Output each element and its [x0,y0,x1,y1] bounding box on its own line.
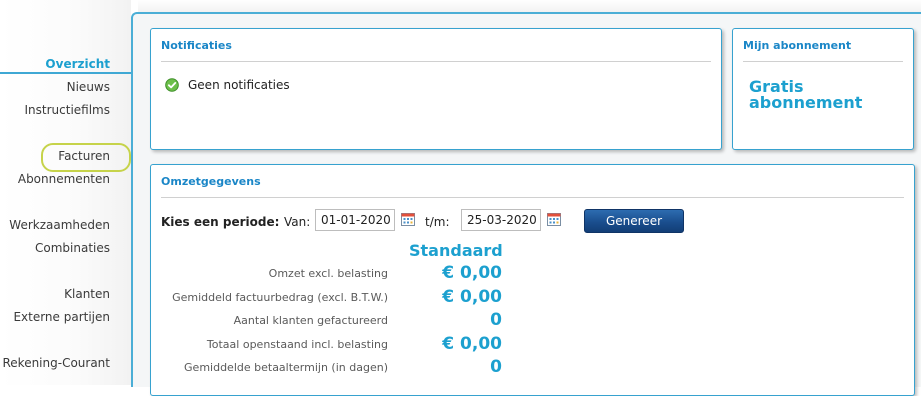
stat-value: € 0,00 [442,287,502,307]
divider [743,61,903,62]
sidebar-item-externe-partijen[interactable]: Externe partijen [13,310,110,324]
sidebar-item-werkzaamheden[interactable]: Werkzaamheden [9,218,110,232]
stat-label: Gemiddelde betaaltermijn (in dagen) [184,361,388,374]
notifications-title: Notificaties [161,39,232,52]
check-circle-icon [165,78,179,92]
notification-message: Geen notificaties [188,78,290,92]
active-indicator [0,72,131,74]
stat-label: Totaal openstaand incl. belasting [206,338,388,351]
stat-label: Gemiddeld factuurbedrag (excl. B.T.W.) [172,291,388,304]
sidebar-item-combinaties[interactable]: Combinaties [35,241,110,255]
subscription-title: Mijn abonnement [743,39,852,52]
generate-button[interactable]: Genereer [584,209,684,233]
subscription-plan[interactable]: Gratis abonnement [749,79,909,111]
divider [161,197,904,198]
divider [161,61,711,62]
to-label: t/m: [425,215,450,229]
stat-value: 0 [490,357,502,377]
sidebar-item-rekening-courant[interactable]: Rekening-Courant [2,356,110,370]
subscription-panel: Mijn abonnement Gratis abonnement [732,28,914,150]
revenue-panel: Omzetgegevens Kies een periode: Van: t/m… [150,164,915,396]
top-shade [138,0,921,12]
revenue-title: Omzetgegevens [161,175,261,188]
from-date-input[interactable] [315,209,395,231]
notifications-panel: Notificaties Geen notificaties [150,28,722,150]
sidebar-item-abonnementen[interactable]: Abonnementen [18,172,110,186]
sidebar-item-overzicht[interactable]: Overzicht [45,57,110,71]
stat-value: 0 [490,310,502,330]
stat-value: € 0,00 [442,263,502,283]
stat-value: € 0,00 [442,334,502,354]
sidebar-item-nieuws[interactable]: Nieuws [67,80,110,94]
sidebar-item-klanten[interactable]: Klanten [64,287,110,301]
sidebar: Overzicht Nieuws Instructiefilms Facture… [0,0,131,385]
stat-label: Aantal klanten gefactureerd [233,314,388,327]
sidebar-item-facturen[interactable]: Facturen [58,149,110,163]
to-date-input[interactable] [461,209,541,231]
from-label: Van: [284,215,311,229]
calendar-icon[interactable] [547,212,561,226]
sidebar-item-instructiefilms[interactable]: Instructiefilms [25,103,111,117]
calendar-icon[interactable] [401,212,415,226]
stat-label: Omzet excl. belasting [268,267,388,280]
column-header: Standaard [409,241,503,260]
period-label: Kies een periode: [161,215,280,229]
